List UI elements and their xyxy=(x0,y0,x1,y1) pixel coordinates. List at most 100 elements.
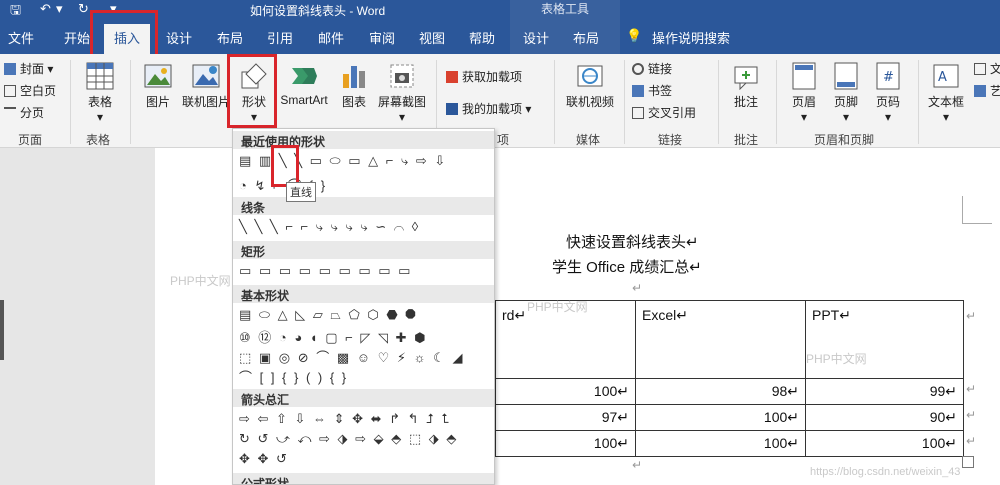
comment-button[interactable]: 批注 xyxy=(728,62,764,110)
table-header-cell[interactable]: Excel↵ xyxy=(635,300,806,379)
row-end-mark: ↵ xyxy=(966,382,977,396)
tab-mailings[interactable]: 邮件 xyxy=(318,28,344,47)
page-number-button[interactable]: # 页码 ▾ xyxy=(870,62,906,124)
doc-title-line1: 快速设置斜线表头↵ xyxy=(566,234,699,251)
group-label-media: 媒体 xyxy=(576,133,601,147)
table-cell[interactable]: 98↵ xyxy=(635,378,806,405)
table-cell[interactable]: 90↵ xyxy=(805,404,964,431)
watermark: PHP中文网 xyxy=(170,274,231,288)
online-video-icon xyxy=(577,65,603,87)
watermark: PHP中文网 xyxy=(527,300,588,314)
table-cell[interactable]: 100↵ xyxy=(495,378,636,405)
chart-button[interactable]: 图表 xyxy=(338,62,370,110)
redo-icon[interactable]: ↻ xyxy=(78,1,89,17)
undo-dropdown-icon[interactable]: ▾ xyxy=(56,1,63,17)
tab-layout[interactable]: 布局 xyxy=(217,28,243,47)
header-button[interactable]: 页眉 ▾ xyxy=(786,62,822,124)
shapes-row-lines[interactable]: ╲ ╲ ╲ ⌐ ⌐ ⤷ ⤷ ⤷ ⤷ ∽ ⌒ ◊ xyxy=(239,219,420,237)
shapes-row-arrows[interactable]: ✥ ✥ ↺ xyxy=(239,451,289,469)
blank-page-button[interactable]: 空白页 xyxy=(4,82,56,99)
page-break-button[interactable]: 分页 xyxy=(4,104,44,121)
tab-table-layout[interactable]: 布局 xyxy=(573,28,599,47)
shapes-row-rectangles[interactable]: ▭ ▭ ▭ ▭ ▭ ▭ ▭ ▭ ▭ xyxy=(239,263,412,281)
table-cell[interactable]: 97↵ xyxy=(495,404,636,431)
lightbulb-icon[interactable]: 💡 xyxy=(626,28,642,44)
line-tooltip: 直线 xyxy=(286,182,316,202)
smartart-icon xyxy=(292,68,317,84)
group-label-links: 链接 xyxy=(658,133,683,147)
screenshot-button[interactable]: 屏幕截图 ▾ xyxy=(374,62,430,124)
row-end-mark: ↵ xyxy=(966,434,977,448)
bookmark-button[interactable]: 书签 xyxy=(632,82,672,99)
shapes-row-arrows[interactable]: ⇨ ⇦ ⇧ ⇩ ⇔ ⇕ ✥ ⬌ ↱ ↰ ⮥ ⮤ xyxy=(239,411,451,429)
window-title: 如何设置斜线表头 - Word xyxy=(250,4,386,18)
table-cell[interactable]: 100↵ xyxy=(805,430,964,457)
cover-page-button[interactable]: 封面 ▾ xyxy=(4,60,53,77)
group-label-tables: 表格 xyxy=(86,133,111,147)
table-cell[interactable]: 99↵ xyxy=(805,378,964,405)
paragraph-mark: ↵ xyxy=(632,281,643,295)
smartart-button[interactable]: SmartArt xyxy=(276,62,332,107)
chart-icon xyxy=(343,66,365,88)
shapes-row-arrows[interactable]: ↻ ↺ ⤻ ⤺ ⇨ ⬗ ⇨ ⬙ ⬘ ⬚ ⬗ ⬘ xyxy=(239,431,458,449)
online-picture-icon xyxy=(192,64,220,88)
score-table: rd↵ Excel↵ PPT↵ 100↵ 98↵ 99↵ 97↵ 100↵ 90… xyxy=(495,300,964,457)
tab-home[interactable]: 开始 xyxy=(64,28,90,47)
online-video-button[interactable]: 联机视频 xyxy=(562,62,618,110)
section-lines: 线条 xyxy=(233,197,494,215)
shapes-row-basic[interactable]: ⬚ ▣ ◎ ⊘ ⌒ ▩ ☺ ♡ ⚡ ☼ ☾ ◢ xyxy=(239,347,464,365)
picture-button[interactable]: 图片 xyxy=(140,62,176,110)
tell-me-search[interactable]: 操作说明搜索 xyxy=(652,28,730,47)
row-end-mark: ↵ xyxy=(966,408,977,422)
margin-corner-mark xyxy=(962,196,992,224)
comment-icon xyxy=(734,66,758,90)
picture-icon xyxy=(144,64,172,88)
wordart-button[interactable]: 艺 xyxy=(974,82,1000,99)
table-cell[interactable]: 100↵ xyxy=(635,430,806,457)
section-basic-shapes: 基本形状 xyxy=(233,285,494,303)
watermark-url: https://blog.csdn.net/weixin_43 xyxy=(810,466,961,478)
screenshot-icon xyxy=(390,64,414,88)
section-rectangles: 矩形 xyxy=(233,241,494,259)
header-icon xyxy=(792,62,816,90)
footer-icon xyxy=(834,62,858,90)
tab-review[interactable]: 审阅 xyxy=(369,28,395,47)
shapes-row-basic[interactable]: ⑩ ⑫ ◔ ◕ ◖ ▢ ⌐ ◸ ◹ ✚ ⬢ xyxy=(239,327,427,345)
tab-help[interactable]: 帮助 xyxy=(469,28,495,47)
link-button[interactable]: 链接 xyxy=(632,60,672,77)
online-picture-button[interactable]: 联机图片 xyxy=(180,62,232,110)
tab-references[interactable]: 引用 xyxy=(267,28,293,47)
tab-view[interactable]: 视图 xyxy=(419,28,445,47)
table-cell[interactable]: 100↵ xyxy=(495,430,636,457)
section-block-arrows: 箭头总汇 xyxy=(233,389,494,407)
table-resize-handle[interactable] xyxy=(962,456,974,468)
table-button[interactable]: 表格 ▾ xyxy=(80,62,120,124)
tab-table-design[interactable]: 设计 xyxy=(523,28,549,47)
my-addins-button[interactable]: 我的加载项 ▾ xyxy=(446,100,531,117)
shapes-row-basic[interactable]: ⌒ [ ] { } ( ) { } xyxy=(239,367,348,385)
group-label-addins: 项 xyxy=(497,133,510,147)
watermark: PHP中文网 xyxy=(806,352,867,366)
textbox-button[interactable]: A 文本框 ▾ xyxy=(926,62,966,124)
left-scroll-handle[interactable] xyxy=(0,300,4,360)
highlight-insert-tab xyxy=(90,10,158,58)
shapes-row-basic[interactable]: ▤ ⬭ △ ◺ ▱ ⏢ ⬠ ⬡ ⬣ ⯃ xyxy=(239,307,418,325)
footer-button[interactable]: 页脚 ▾ xyxy=(828,62,864,124)
page-number-icon: # xyxy=(876,62,900,90)
doc-title-line2: 学生 Office 成绩汇总↵ xyxy=(552,259,702,276)
context-tab-group: 表格工具 xyxy=(510,0,620,20)
quick-parts-button[interactable]: 文 xyxy=(974,60,1000,77)
cross-reference-button[interactable]: 交叉引用 xyxy=(632,104,696,121)
undo-icon[interactable]: ↶ xyxy=(40,1,51,17)
tab-file[interactable]: 文件 xyxy=(8,28,34,47)
get-addins-button[interactable]: 获取加载项 xyxy=(446,68,522,85)
highlight-shapes-button xyxy=(227,54,277,128)
table-cell[interactable]: 100↵ xyxy=(635,404,806,431)
textbox-icon: A xyxy=(933,64,959,88)
tab-design[interactable]: 设计 xyxy=(166,28,192,47)
group-label-comments: 批注 xyxy=(734,133,759,147)
group-label-pages: 页面 xyxy=(18,133,43,147)
highlight-line-shape xyxy=(271,145,299,187)
svg-text:A: A xyxy=(938,70,947,85)
table-icon xyxy=(86,62,114,90)
